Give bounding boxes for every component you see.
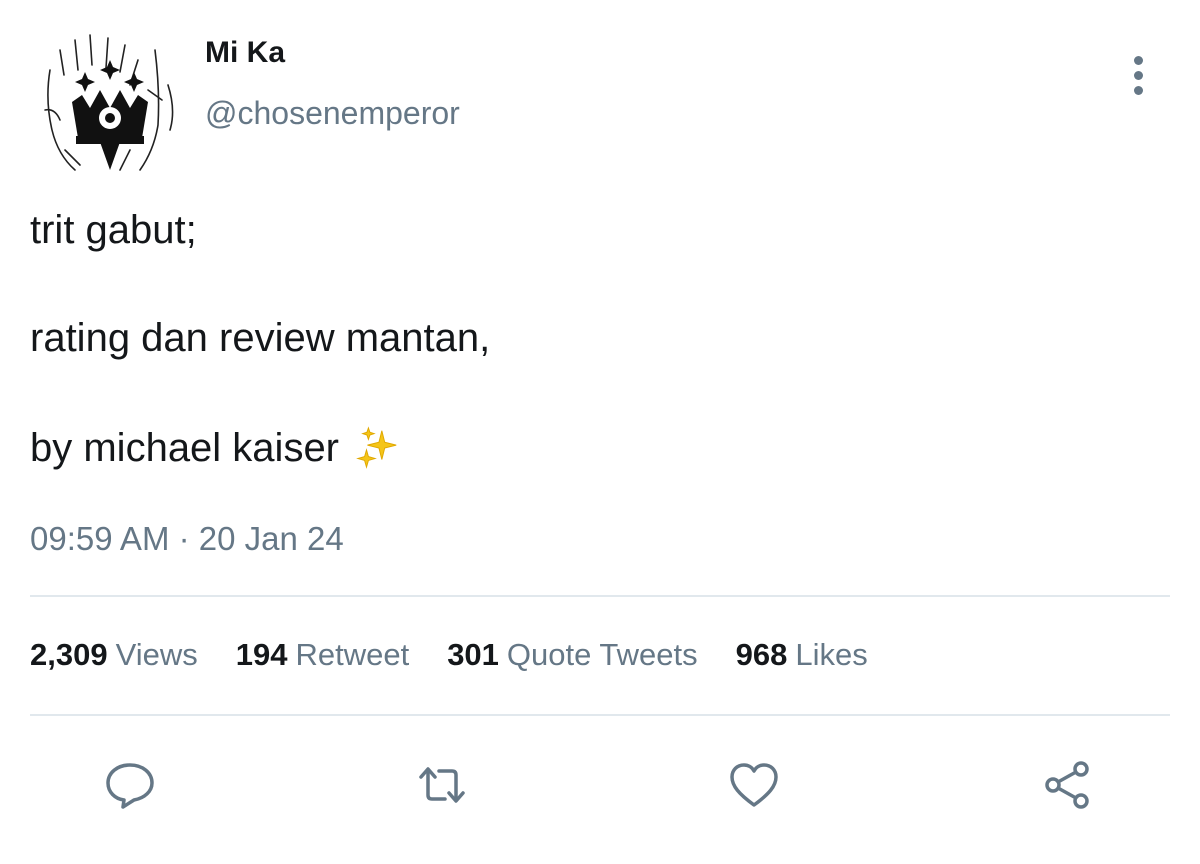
stat-likes[interactable]: 968 Likes [736, 637, 868, 673]
stat-quote-tweets[interactable]: 301 Quote Tweets [447, 637, 697, 673]
retweet-icon [419, 767, 465, 803]
user-handle[interactable]: @chosenemperor [205, 95, 460, 132]
reply-button[interactable] [100, 755, 160, 815]
tweet-stats: 2,309 Views 194 Retweet 301 Quote Tweets 96… [30, 637, 906, 673]
stat-label: Retweet [295, 637, 410, 672]
like-button[interactable] [724, 755, 784, 815]
divider [30, 595, 1170, 597]
more-dot [1133, 70, 1143, 80]
retweet-button[interactable] [412, 755, 472, 815]
more-options-icon[interactable] [1120, 50, 1156, 100]
tweet-line-3: by michael kaiser [30, 425, 340, 470]
stat-count: 301 [447, 637, 499, 672]
stat-views[interactable]: 2,309 Views [30, 637, 198, 673]
like-icon [730, 763, 778, 807]
display-name[interactable]: Mi Ka [205, 36, 285, 70]
stat-count: 968 [735, 637, 788, 672]
stat-count: 194 [235, 637, 288, 672]
stat-label: Likes [795, 637, 868, 672]
divider [30, 714, 1170, 716]
stat-label: Views [115, 637, 198, 672]
sparkles-icon [356, 426, 397, 469]
tweet-timestamp[interactable]: 09:59 AM · 20 Jan 24 [30, 520, 344, 558]
more-dot [1133, 85, 1143, 95]
share-icon [1045, 761, 1089, 809]
stat-label: Quote Tweets [506, 637, 698, 672]
more-dot [1133, 55, 1143, 65]
stat-retweets[interactable]: 194 Retweet [236, 637, 409, 673]
tweet-line-1: trit gabut; [30, 208, 197, 252]
tweet-line-3-row: by michael kaiser [30, 425, 401, 471]
tweet-line-2: rating dan review mantan, [30, 316, 491, 360]
share-button[interactable] [1038, 755, 1098, 815]
reply-icon [106, 763, 154, 809]
crown-avatar-icon [44, 34, 174, 171]
stat-count: 2,309 [30, 637, 108, 672]
avatar[interactable] [30, 30, 190, 180]
